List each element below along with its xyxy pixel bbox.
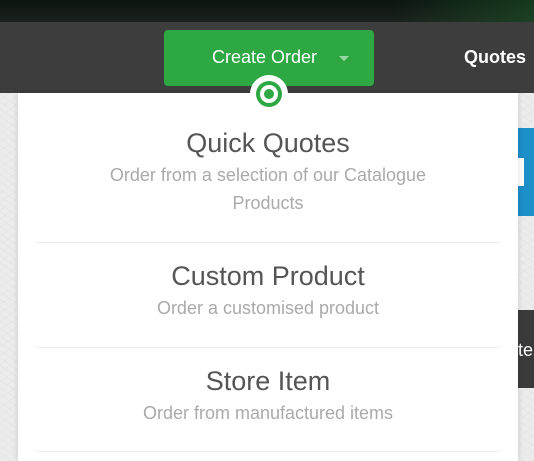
menu-item-store-item[interactable]: Store Item Order from manufactured items [36, 366, 500, 427]
menu-item-title: Store Item [205, 366, 331, 396]
background-dark-button: te [516, 310, 534, 388]
background-button-text: te [518, 340, 534, 360]
menu-item-title: Quick Quotes [186, 128, 350, 158]
menu-item-description: Order a customised product [156, 298, 380, 318]
menu-divider [36, 347, 500, 348]
create-order-dropdown: Quick Quotes Order from a selection of o… [18, 93, 518, 461]
create-order-label: Create Order [212, 47, 318, 67]
menu-item-title: Custom Product [171, 261, 365, 291]
menu-item-description: Order from a selection of our Catalogue … [109, 165, 427, 213]
menu-divider [36, 242, 500, 243]
nav-item-quotes[interactable]: Quotes [464, 47, 526, 68]
dropdown-pointer-icon [250, 75, 288, 113]
page-header-band [0, 0, 534, 22]
background-blue-panel [516, 128, 534, 216]
pointer-dot [264, 89, 274, 99]
menu-item-quick-quotes[interactable]: Quick Quotes Order from a selection of o… [36, 128, 500, 217]
menu-divider [36, 451, 500, 452]
chevron-down-icon [339, 56, 349, 61]
menu-item-custom-product[interactable]: Custom Product Order a customised produc… [36, 261, 500, 322]
menu-item-description: Order from manufactured items [142, 403, 394, 423]
